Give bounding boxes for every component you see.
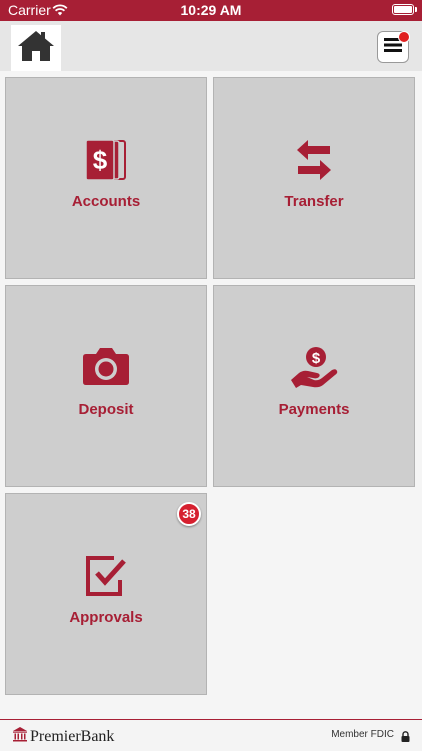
approvals-count-badge: 38 bbox=[177, 502, 201, 526]
svg-text:$: $ bbox=[312, 350, 321, 367]
battery-tip bbox=[415, 7, 417, 12]
tile-transfer[interactable]: Transfer bbox=[213, 77, 415, 279]
bank-logo: PremierBank bbox=[12, 726, 114, 747]
tile-deposit[interactable]: Deposit bbox=[5, 285, 207, 487]
bank-name: PremierBank bbox=[30, 727, 115, 745]
footer: PremierBank Member FDIC bbox=[0, 719, 422, 751]
app-header bbox=[0, 21, 422, 71]
lock-icon bbox=[401, 729, 410, 747]
status-bar: Carrier 10:29 AM bbox=[0, 0, 422, 21]
tile-approvals[interactable]: 38 Approvals bbox=[5, 493, 207, 695]
member-fdic-label: Member FDIC bbox=[331, 729, 394, 740]
tile-label: Approvals bbox=[69, 609, 143, 626]
camera-icon bbox=[6, 346, 206, 386]
tile-label: Payments bbox=[278, 401, 350, 418]
checkbox-icon bbox=[6, 554, 206, 598]
clock: 10:29 AM bbox=[180, 2, 242, 18]
tile-label: Accounts bbox=[71, 193, 141, 210]
tile-label: Transfer bbox=[284, 193, 344, 210]
transfer-arrows-icon bbox=[214, 138, 414, 182]
hand-coin-icon: $ bbox=[214, 346, 414, 390]
tile-payments[interactable]: $ Payments bbox=[213, 285, 415, 487]
tile-label: Deposit bbox=[78, 401, 134, 418]
dollar-cards-icon: $ bbox=[6, 138, 206, 182]
svg-text:$: $ bbox=[93, 145, 108, 175]
home-button[interactable] bbox=[11, 25, 61, 71]
notification-dot bbox=[398, 31, 410, 43]
battery-icon bbox=[392, 4, 414, 15]
home-icon bbox=[17, 29, 55, 68]
tile-accounts[interactable]: $ Accounts bbox=[5, 77, 207, 279]
bank-building-icon bbox=[12, 726, 28, 747]
